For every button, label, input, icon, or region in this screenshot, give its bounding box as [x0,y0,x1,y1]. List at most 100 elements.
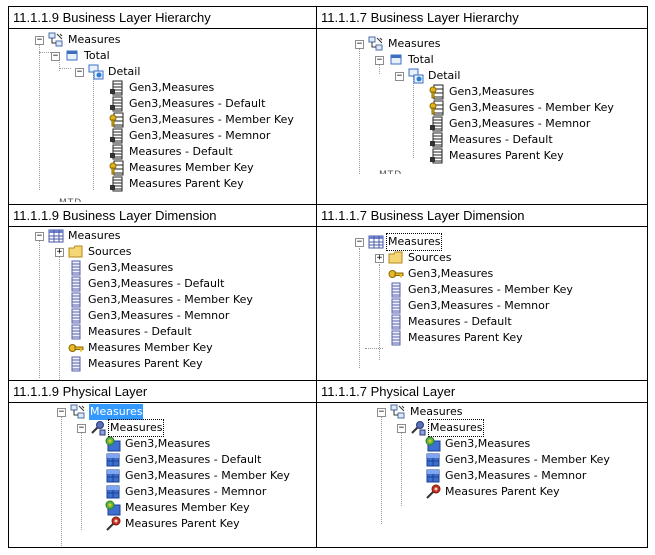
tree-node-column[interactable]: Measures - Default [429,132,554,148]
tree-node-label: Measures - Default [88,325,192,338]
tree-node-measures[interactable]: − Measures [35,228,121,244]
tree-node-column[interactable]: Gen3,Measures [105,436,211,452]
tree-node-label: Gen3,Measures [445,437,531,450]
tree-view[interactable]: − Measures − Measures Gen3,Measures Gen3… [9,400,316,547]
collapse-toggle[interactable]: − [35,231,44,241]
tree-node-detail[interactable]: − Detail [75,64,141,80]
tree-node-total[interactable]: − Total [51,48,111,64]
tree-node-detail[interactable]: − Detail [395,68,461,84]
physical-key-column-icon [105,500,121,516]
tree-view[interactable]: − Measures − Measures Gen3,Measures Gen3… [317,400,647,547]
collapse-toggle[interactable]: − [355,39,364,49]
expand-toggle[interactable]: + [375,253,384,263]
tree-node-column[interactable]: Gen3,Measures [68,260,174,276]
tree-node-column[interactable]: Measures Parent Key [105,516,241,532]
tree-node-measures[interactable]: − Measures [355,233,443,251]
tree-view[interactable]: − Measures − Total − Detail Gen3,Measure… [317,26,647,204]
tree-node-column[interactable]: Measures Parent Key [109,176,245,192]
tree-node-column[interactable]: Gen3,Measures - Default [105,452,262,468]
tree-view[interactable]: − Measures − Total − Detail Gen3,Measure… [9,26,316,204]
expand-toggle[interactable]: + [55,247,64,257]
tree-node-column[interactable]: Gen3,Measures - Member Key [425,452,611,468]
level-detail-icon [408,68,424,84]
physical-column-icon [425,468,441,484]
collapse-toggle[interactable]: − [377,407,386,417]
collapse-toggle[interactable]: − [35,35,44,45]
clipped-node-label: MTD [379,168,402,174]
collapse-toggle[interactable]: − [57,407,66,417]
tree-node-column[interactable]: Gen3,Measures - Default [68,276,225,292]
tree-node-column[interactable]: Gen3,Measures [109,80,215,96]
tree-node-label: Gen3,Measures - Member Key [449,101,614,114]
column-icon [109,176,125,192]
folder-icon [388,250,404,266]
tree-node-column[interactable]: Gen3,Measures - Memnor [109,128,271,144]
tree-node-column[interactable]: Gen3,Measures - Member Key [105,468,291,484]
tree-node-label: Measures [427,419,485,437]
collapse-toggle[interactable]: − [75,67,84,77]
tree-node-column[interactable]: Gen3,Measures - Memnor [425,468,587,484]
tree-node-column[interactable]: Measures Parent Key [425,484,561,500]
tree-node-column[interactable]: Gen3,Measures [388,266,494,282]
tree-node-column[interactable]: Gen3,Measures - Memnor [388,298,550,314]
tree-node-sources[interactable]: + Sources [375,250,453,266]
level-total-icon [388,52,404,68]
tree-node-column[interactable]: Gen3,Measures - Member Key [388,282,574,298]
panel-bl-dimension-1119: 11.1.1.9 Business Layer Dimension − Meas… [8,204,317,381]
key-column-icon [429,100,445,116]
tree-node-column[interactable]: Gen3,Measures - Default [109,96,266,112]
tree-node-column[interactable]: Measures Member Key [105,500,251,516]
tree-node-label: Measures [410,405,463,418]
tree-node-label: Gen3,Measures [449,85,535,98]
tree-node-column[interactable]: Measures - Default [388,314,513,330]
tree-node-column[interactable]: Gen3,Measures - Member Key [109,112,295,128]
logical-column-icon [68,292,84,308]
tree-node-column[interactable]: Gen3,Measures - Memnor [68,308,230,324]
key-icon [68,340,84,356]
tree-node-column[interactable]: Measures Parent Key [68,356,204,372]
tree-node-label: Gen3,Measures - Memnor [408,299,550,312]
tree-node-measures[interactable]: − Measures [355,36,441,52]
tree-node-label: Measures - Default [408,315,512,328]
collapse-toggle[interactable]: − [77,423,86,433]
tree-node-measures-dimension[interactable]: − Measures [77,419,165,437]
tree-node-measures[interactable]: − Measures [57,404,144,420]
collapse-toggle[interactable]: − [397,423,406,433]
tree-node-column[interactable]: Gen3,Measures - Memnor [429,116,591,132]
tree-node-column[interactable]: Measures Member Key [109,160,255,176]
tree-node-column[interactable]: Measures Member Key [68,340,214,356]
tree-node-measures[interactable]: − Measures [35,32,121,48]
tree-node-column[interactable]: Gen3,Measures - Member Key [429,100,615,116]
tree-node-measures[interactable]: − Measures [377,404,463,420]
physical-dimension-icon [410,420,426,436]
logical-column-icon [388,282,404,298]
tree-node-label: Measures Parent Key [445,485,560,498]
tree-node-sources[interactable]: + Sources [55,244,133,260]
tree-node-label: Gen3,Measures - Memnor [129,129,271,142]
logical-column-icon [388,298,404,314]
tree-node-column[interactable]: Measures - Default [109,144,234,160]
collapse-toggle[interactable]: − [51,51,60,61]
collapse-toggle[interactable]: − [355,237,364,247]
tree-node-measures-dimension[interactable]: − Measures [397,419,485,437]
tree-node-column[interactable]: Measures - Default [68,324,193,340]
tree-node-column[interactable]: Gen3,Measures - Member Key [68,292,254,308]
tree-node-label: Gen3,Measures - Memnor [88,309,230,322]
tree-node-column[interactable]: Measures Parent Key [388,330,524,346]
comparison-grid: 11.1.1.9 Business Layer Hierarchy − Meas… [8,6,648,548]
collapse-toggle[interactable]: − [375,55,384,65]
physical-key-column-icon [105,436,121,452]
tree-node-column[interactable]: Gen3,Measures - Memnor [105,484,267,500]
tree-node-label: Measures Parent Key [125,517,240,530]
tree-node-column[interactable]: Gen3,Measures [429,84,535,100]
physical-column-icon [105,484,121,500]
tree-node-label: Measures [385,233,443,251]
tree-node-column[interactable]: Gen3,Measures [425,436,531,452]
tree-node-total[interactable]: − Total [375,52,435,68]
tree-view[interactable]: − Measures + Sources Gen3,Measures Gen3,… [317,224,647,380]
physical-column-icon [425,452,441,468]
tree-node-column[interactable]: Measures Parent Key [429,148,565,164]
tree-view[interactable]: − Measures + Sources Gen3,Measures Gen3,… [9,224,316,380]
collapse-toggle[interactable]: − [395,71,404,81]
column-icon [429,132,445,148]
